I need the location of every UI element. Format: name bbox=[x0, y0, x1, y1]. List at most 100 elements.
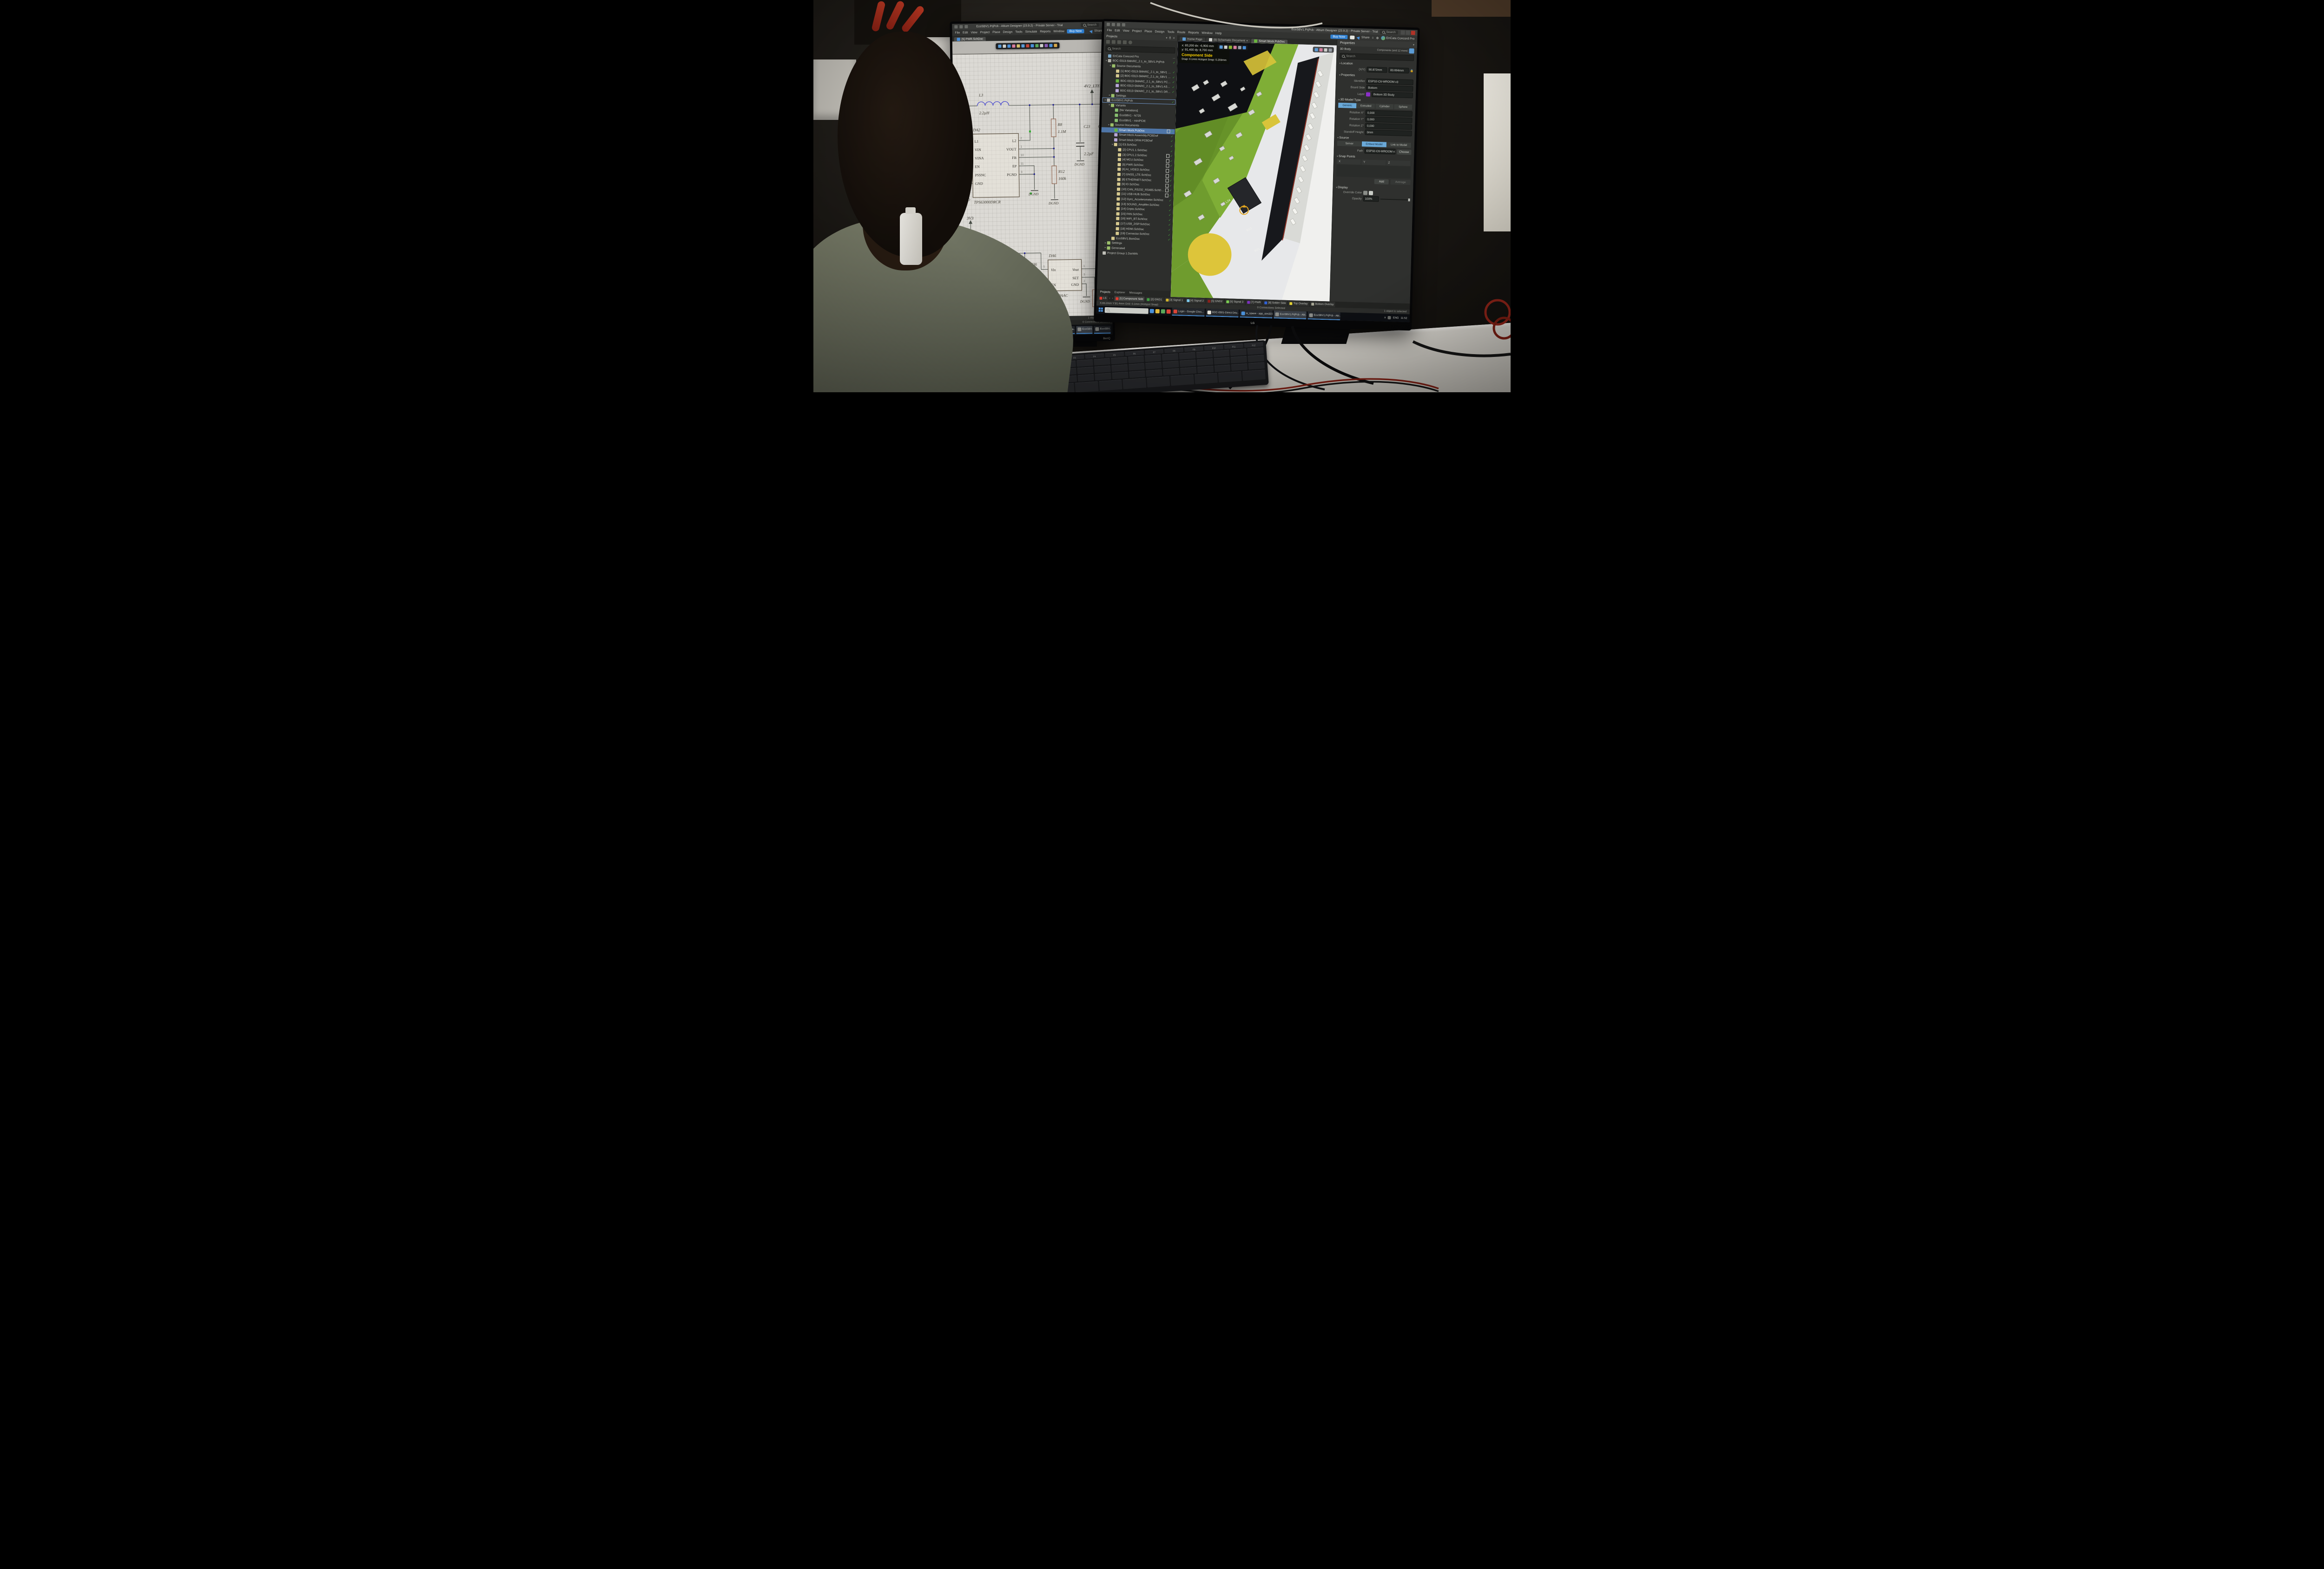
maximize-button[interactable] bbox=[1406, 31, 1410, 35]
pad-icon[interactable] bbox=[1238, 46, 1241, 49]
menu-simulate[interactable]: Simulate bbox=[1025, 30, 1037, 33]
taskbar-window-button[interactable]: EcoSBV1.PrjPcb - Alti... bbox=[1274, 310, 1306, 319]
opacity-slider[interactable] bbox=[1380, 198, 1410, 200]
model-type-generic[interactable]: Generic bbox=[1338, 103, 1357, 108]
key[interactable] bbox=[1170, 375, 1194, 386]
key[interactable] bbox=[1076, 359, 1093, 367]
chat-icon[interactable] bbox=[1350, 35, 1354, 39]
refresh-icon[interactable] bbox=[1112, 40, 1116, 44]
tool-icon[interactable] bbox=[1012, 44, 1015, 47]
key-f7[interactable]: F7 bbox=[1144, 349, 1163, 355]
menu-design[interactable]: Design bbox=[1003, 31, 1013, 34]
layer-tab[interactable]: [8] Solder Side bbox=[1263, 300, 1287, 305]
add-doc-icon[interactable] bbox=[1117, 40, 1121, 44]
filter-icon[interactable] bbox=[1409, 48, 1414, 53]
tool-icon[interactable] bbox=[1017, 44, 1020, 47]
filter-icon[interactable] bbox=[1220, 45, 1223, 48]
close-button[interactable] bbox=[1411, 31, 1415, 35]
tool-icon[interactable] bbox=[1021, 44, 1024, 47]
undo-icon[interactable] bbox=[964, 25, 968, 28]
taskbar-app-icon[interactable] bbox=[1167, 310, 1171, 314]
pcb-3d-canvas[interactable]: L24 R12 R21 x: 83,200 dx: -6,900 mm y: 9… bbox=[1171, 41, 1337, 301]
properties-search[interactable]: Search bbox=[1340, 53, 1414, 61]
key[interactable] bbox=[1075, 381, 1098, 392]
tray-chevron-icon[interactable]: ∧ bbox=[1384, 316, 1386, 319]
model-type-extruded[interactable]: Extruded bbox=[1357, 103, 1375, 109]
menu-edit[interactable]: Edit bbox=[963, 31, 968, 34]
key[interactable] bbox=[1218, 371, 1242, 382]
layer-tab[interactable]: Top Overlay bbox=[1288, 301, 1309, 306]
panel-pin-icon[interactable]: ╇ bbox=[1169, 36, 1171, 40]
source-embed-model[interactable]: Embed Model bbox=[1362, 141, 1387, 147]
menu-design[interactable]: Design bbox=[1155, 30, 1165, 34]
ref-des[interactable]: DA2 bbox=[972, 127, 980, 132]
tray-clock[interactable]: 11:52 bbox=[1400, 316, 1407, 319]
key[interactable] bbox=[1194, 373, 1218, 384]
source-server[interactable]: Server bbox=[1337, 141, 1362, 146]
key[interactable] bbox=[1247, 347, 1264, 355]
model-path-field[interactable]: ESP32-C6-WROOM v3.step bbox=[1364, 148, 1395, 154]
taskbar-app-icon[interactable] bbox=[1150, 309, 1154, 313]
net-label[interactable]: 4V2_LTE bbox=[1084, 84, 1100, 89]
tool-icon[interactable] bbox=[998, 45, 1001, 48]
key-f10[interactable]: F10 bbox=[1204, 345, 1223, 350]
menu-reports[interactable]: Reports bbox=[1188, 31, 1199, 35]
menu-help[interactable]: Help bbox=[1215, 32, 1222, 35]
opacity-field[interactable]: 100% bbox=[1363, 196, 1379, 202]
menu-view[interactable]: View bbox=[1122, 29, 1129, 33]
buy-now-button[interactable]: Buy Now bbox=[1067, 29, 1084, 33]
key[interactable] bbox=[1214, 364, 1231, 372]
speaker-icon[interactable] bbox=[1388, 316, 1391, 319]
key[interactable] bbox=[1145, 362, 1162, 369]
key[interactable] bbox=[1248, 355, 1264, 362]
menu-file[interactable]: File bbox=[1107, 29, 1112, 32]
taskbar-window-button[interactable]: Login - Google Chro... bbox=[1172, 308, 1204, 316]
route-icon[interactable] bbox=[1229, 46, 1232, 49]
layer-tab[interactable]: LS bbox=[1098, 296, 1108, 301]
key[interactable] bbox=[1162, 361, 1179, 368]
key[interactable] bbox=[1146, 369, 1162, 377]
add-snap-button[interactable]: Add bbox=[1374, 179, 1389, 185]
layer-prev-arrow[interactable]: ‹ bbox=[1109, 297, 1110, 300]
home-icon[interactable]: ⌂ bbox=[1372, 36, 1373, 40]
model-type-cylinder[interactable]: Cylinder bbox=[1375, 104, 1394, 109]
value[interactable]: 2.2µH bbox=[979, 111, 990, 115]
menu-route[interactable]: Route bbox=[1177, 31, 1186, 34]
crosshair-icon[interactable] bbox=[1324, 48, 1327, 51]
panel-tab-projects[interactable]: Projects bbox=[1100, 290, 1110, 294]
key[interactable] bbox=[1163, 368, 1180, 376]
tray-language[interactable]: ENG bbox=[1393, 316, 1399, 319]
menu-window[interactable]: Window bbox=[1053, 30, 1064, 33]
key[interactable] bbox=[1077, 367, 1094, 374]
lm-search-box[interactable]: Search bbox=[1081, 23, 1099, 27]
key-f4[interactable]: F4 bbox=[1085, 353, 1104, 359]
tool-icon[interactable] bbox=[1044, 44, 1048, 47]
tool-icon[interactable] bbox=[1049, 44, 1052, 47]
menu-reports[interactable]: Reports bbox=[1040, 30, 1050, 33]
taskbar-window-button[interactable]: EcoSBV... bbox=[1094, 325, 1111, 333]
key[interactable] bbox=[1213, 349, 1230, 357]
tool-icon[interactable] bbox=[1007, 45, 1010, 48]
taskbar-app-icon[interactable] bbox=[1161, 309, 1165, 313]
layer-tab[interactable]: Bottom Overlay bbox=[1310, 301, 1335, 307]
layer-tab[interactable]: [5] GND2 bbox=[1206, 298, 1224, 304]
key-f6[interactable]: F6 bbox=[1125, 350, 1144, 356]
layer-tab[interactable]: [2] GND1 bbox=[1146, 297, 1163, 302]
key[interactable] bbox=[1162, 353, 1179, 361]
layer-next-arrow[interactable]: › bbox=[1111, 297, 1113, 300]
app-icon[interactable] bbox=[1107, 23, 1110, 26]
layer-tab[interactable]: [3] Signal 1 bbox=[1164, 297, 1184, 303]
via-icon[interactable] bbox=[1234, 46, 1237, 49]
y-field[interactable]: 83.694mm bbox=[1388, 67, 1409, 73]
save-icon[interactable] bbox=[959, 25, 963, 28]
key[interactable] bbox=[1230, 349, 1247, 356]
key[interactable] bbox=[1094, 365, 1111, 373]
menu-edit[interactable]: Edit bbox=[1115, 29, 1120, 32]
x-field[interactable]: 90.872mm bbox=[1367, 67, 1387, 73]
board-view-icon[interactable] bbox=[1328, 48, 1332, 52]
tool-icon[interactable] bbox=[1035, 44, 1038, 47]
key[interactable] bbox=[1180, 359, 1196, 367]
choose-button[interactable]: Choose bbox=[1397, 149, 1412, 155]
key[interactable] bbox=[1248, 362, 1265, 369]
lock-icon[interactable]: 🔒 bbox=[1410, 69, 1414, 73]
